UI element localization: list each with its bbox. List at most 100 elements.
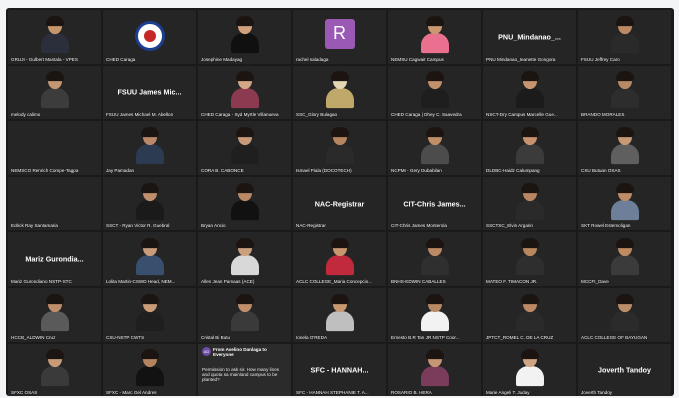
participant-figure — [135, 182, 164, 220]
participant-name-label: Joverth Tandoy — [581, 390, 613, 396]
participant-tile[interactable]: BNHS-EDWIN CABALLES — [388, 232, 481, 286]
participant-tile[interactable]: FSUU James Mic... FSUU James Michael M. A… — [103, 65, 196, 120]
participant-tile[interactable]: SSC_Glory Bulagao — [293, 65, 386, 120]
participant-name-label: BRANDO MORALES — [581, 112, 625, 118]
chat-notification-popup[interactable]: AD From Avelino Danlaga to Everyone Permis… — [198, 343, 291, 396]
participant-figure — [40, 71, 69, 109]
participant-tile[interactable]: NEMSCO Renrich Compe-Tagpa — [8, 121, 101, 175]
participant-tile[interactable]: Ionela O'REDA — [293, 287, 386, 342]
participant-figure — [420, 15, 449, 53]
ched-logo-icon — [134, 20, 165, 51]
participant-tile[interactable]: CHED Caraga - Syd Myrtle Villanueva — [198, 65, 291, 120]
participant-tile[interactable]: SSCTSC_Elvin Argarin — [483, 176, 576, 231]
participant-figure — [515, 71, 544, 109]
participant-initial-avatar: R — [324, 18, 355, 49]
participant-tile[interactable]: Marie Angeli T. Juday — [483, 343, 576, 396]
participant-figure — [135, 349, 164, 387]
participant-tile[interactable]: Edrick Ray Santamaria — [8, 176, 101, 231]
participant-name-label: SSCTSC_Elvin Argarin — [486, 223, 533, 229]
participant-tile[interactable]: MATEO F. TIMACON JR. — [483, 232, 576, 286]
participant-figure — [610, 182, 639, 220]
participant-tile[interactable]: Josephine Madayag — [198, 10, 291, 64]
participant-name-label: Ionela O'REDA — [296, 334, 328, 340]
participant-figure — [325, 71, 354, 109]
participant-tile[interactable]: CIT-Chris James... CIT-Chris James Monter… — [388, 176, 481, 231]
participant-name-label: Ismael Piala (DOCOTECH) — [296, 167, 352, 173]
participant-name-label: JPTCT_ROMEL C. DE LA CRUZ — [486, 334, 554, 340]
participant-name-label: Mariz Gurondiano NSTP-STC — [11, 278, 72, 284]
participant-tile[interactable]: Bryan Ancio — [198, 176, 291, 231]
participant-tile[interactable]: GRUJI - Gulbert Mantala - VPES — [8, 10, 101, 64]
participant-tile[interactable]: SFXC - Marc Gel Andres — [103, 343, 196, 396]
participant-figure — [230, 238, 259, 276]
participant-name-label: Ernesto B.R Tan JR NSTP Coor... — [391, 334, 460, 340]
participant-tile[interactable]: BRANDO MORALES — [578, 65, 671, 120]
participant-tile[interactable]: NCPMI - Gery Dubabilan — [388, 121, 481, 175]
participant-tile[interactable]: Jay Pamadan — [103, 121, 196, 175]
participant-name-label: Jay Pamadan — [106, 167, 135, 173]
participant-figure — [135, 127, 164, 165]
participant-tile[interactable]: SSCT - Ryan Victor R. Guebral — [103, 176, 196, 231]
participant-tile[interactable]: ROSARIO B. HERA — [388, 343, 481, 396]
participant-tile[interactable]: Mariz Gurondia... Mariz Gurondiano NSTP-S… — [8, 232, 101, 286]
participant-name-label: SFC - HANNAH STEPHANIE T. A... — [296, 390, 369, 396]
participant-figure — [610, 71, 639, 109]
participant-tile[interactable]: SKT Rowel Estemoligan — [578, 176, 671, 231]
participant-tile[interactable]: PNU_Mindanao_... PNU Mindanao_Ieanette Go… — [483, 10, 576, 64]
participant-figure — [515, 238, 544, 276]
participant-tile[interactable]: NSCT-Dry Campus Marcelle Gue... — [483, 65, 576, 120]
participant-name-label: NCPMI - Gery Dubabilan — [391, 167, 442, 173]
participant-figure — [40, 15, 69, 53]
chat-sender-header: From Avelino Danlaga to Everyone — [213, 346, 267, 357]
participant-name-label: ACLC COLLEGE_Maria Concepcio... — [296, 278, 373, 284]
participant-figure — [230, 293, 259, 331]
participant-tile[interactable]: Ismael Piala (DOCOTECH) — [293, 121, 386, 175]
participant-display-name: NAC-Registrar — [314, 199, 365, 209]
participant-tile[interactable]: Rrachel saladaga — [293, 10, 386, 64]
participant-tile[interactable]: ACLC COLLEGE OF BAYUGAN — [578, 287, 671, 342]
participant-figure — [40, 293, 69, 331]
participant-figure — [325, 127, 354, 165]
participant-tile[interactable]: CORA B. CABONCE — [198, 121, 291, 175]
participant-tile[interactable]: AD From Avelino Danlaga to Everyone Permis… — [198, 343, 291, 396]
participant-figure — [420, 127, 449, 165]
video-conference-grid-window: GRUJI - Gulbert Mantala - VPES CHED Carag… — [6, 8, 674, 396]
participant-tile[interactable]: SFC - HANNAH... SFC - HANNAH STEPHANIE T.… — [293, 343, 386, 396]
participant-tile[interactable]: Ernesto B.R Tan JR NSTP Coor... — [388, 287, 481, 342]
participant-display-name: SFC - HANNAH... — [310, 365, 369, 375]
participant-figure — [40, 349, 69, 387]
participant-tile[interactable]: ACLC COLLEGE_Maria Concepcio... — [293, 232, 386, 286]
participant-name-label: SSC_Glory Bulagao — [296, 112, 338, 118]
participant-name-label: Josephine Madayag — [201, 56, 243, 62]
participant-display-name: Joverth Tandoy — [598, 365, 651, 375]
participant-tile[interactable]: JPTCT_ROMEL C. DE LA CRUZ — [483, 287, 576, 342]
participant-name-label: MCCFI_Dave — [581, 278, 609, 284]
participant-tile[interactable]: SFXC OSAS — [8, 343, 101, 396]
participant-tile[interactable]: NEMSU Cagwait Campus — [388, 10, 481, 64]
participant-name-label: PNU Mindanao_Ieanette Gongora — [486, 56, 556, 62]
participant-name-label: NEMSU Cagwait Campus — [391, 56, 444, 62]
participant-name-label: NSCT-Dry Campus Marcelle Gue... — [486, 112, 558, 118]
participant-display-name: FSUU James Mic... — [117, 87, 182, 97]
participant-tile[interactable]: Joverth Tandoy Joverth Tandoy — [578, 343, 671, 396]
participant-name-label: Allen Jean Pamaas (ACE) — [201, 278, 255, 284]
participant-tile[interactable]: Allen Jean Pamaas (ACE) — [198, 232, 291, 286]
participant-display-name: CIT-Chris James... — [403, 199, 466, 209]
participant-tile[interactable]: melody calimo — [8, 65, 101, 120]
participant-tile[interactable]: HCCB_ALDWIN Cruz — [8, 287, 101, 342]
participant-tile[interactable]: DLDBC-Haidz Calumpang — [483, 121, 576, 175]
participant-tile[interactable]: CHED Caraga — [103, 10, 196, 64]
participant-tile[interactable]: CSU-NSTP CWTS — [103, 287, 196, 342]
participant-tile[interactable]: Lolita Martin-CSWD Head, NEM... — [103, 232, 196, 286]
participant-tile[interactable]: CSU Butuan OSAS — [578, 121, 671, 175]
participant-tile[interactable]: MCCFI_Dave — [578, 232, 671, 286]
participant-name-label: NEMSCO Renrich Compe-Tagpa — [11, 167, 79, 173]
participant-tile[interactable]: FSUU Jeffrey Caro — [578, 10, 671, 64]
participant-figure — [515, 293, 544, 331]
participant-gallery: GRUJI - Gulbert Mantala - VPES CHED Carag… — [8, 10, 671, 396]
participant-tile[interactable]: Cristal Bi Butu — [198, 287, 291, 342]
participant-figure — [420, 238, 449, 276]
participant-tile[interactable]: CHED Caraga | Dhey C. Saavedra — [388, 65, 481, 120]
participant-tile[interactable]: NAC-Registrar NAC-Registrar — [293, 176, 386, 231]
participant-figure — [135, 293, 164, 331]
